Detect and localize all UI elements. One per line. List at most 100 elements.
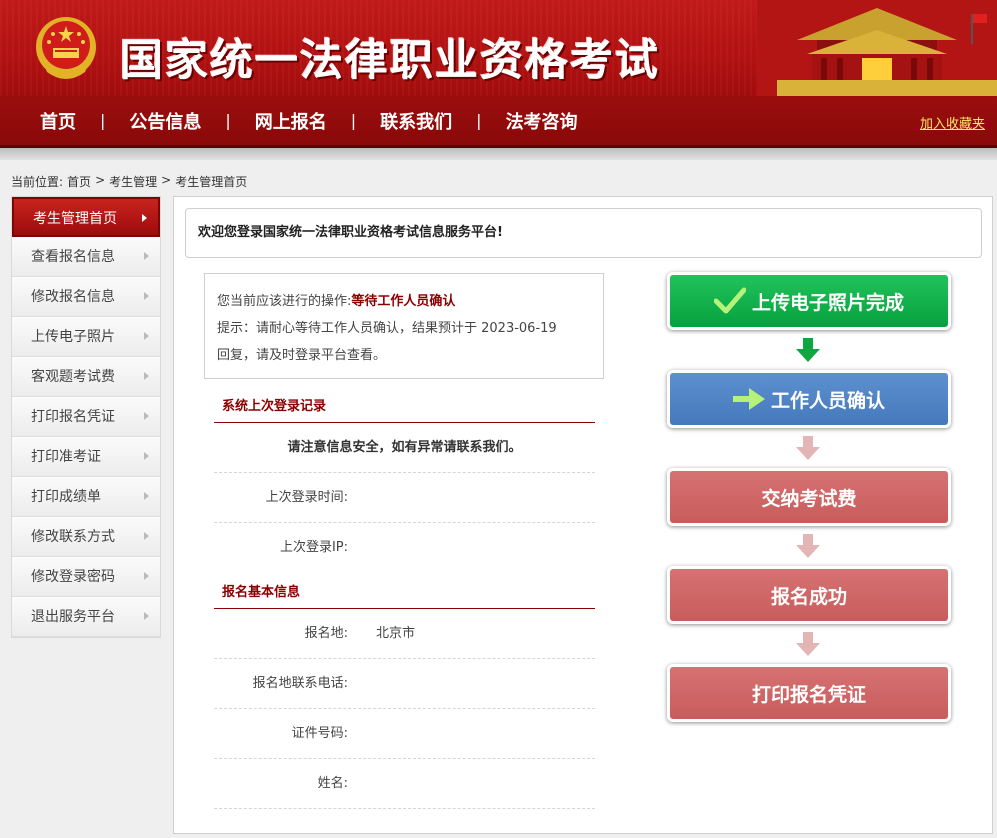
operation-hint-line2: 回复，请及时登录平台查看。 <box>217 348 387 363</box>
field-label: 上次登录时间: <box>265 490 348 505</box>
sidebar-item-exam-fee[interactable]: 客观题考试费 <box>12 357 160 397</box>
sidebar-item-label: 修改联系方式 <box>31 529 115 545</box>
sidebar-item-label: 修改报名信息 <box>31 289 115 305</box>
sidebar-item-print-admission-ticket[interactable]: 打印准考证 <box>12 437 160 477</box>
nav-online-registration[interactable]: 网上报名 <box>255 108 327 134</box>
breadcrumb-sep: > <box>161 173 172 187</box>
sidebar: 考生管理首页 查看报名信息 修改报名信息 上传电子照片 客观题考试费 打印报名凭… <box>11 196 161 638</box>
chevron-right-icon <box>142 214 147 222</box>
chevron-right-icon <box>144 412 149 420</box>
login-record-section: 系统上次登录记录 请注意信息安全，如有异常请联系我们。 上次登录时间: 上次登录… <box>214 391 595 573</box>
chevron-right-icon <box>144 532 149 540</box>
sidebar-item-label: 打印准考证 <box>31 449 101 465</box>
nav-announcements[interactable]: 公告信息 <box>129 108 201 134</box>
nav-separator: | <box>225 111 231 130</box>
sidebar-item-edit-registration[interactable]: 修改报名信息 <box>12 277 160 317</box>
arrow-down-icon <box>796 338 820 362</box>
sidebar-item-edit-contact[interactable]: 修改联系方式 <box>12 517 160 557</box>
sidebar-item-label: 打印报名凭证 <box>31 409 115 425</box>
breadcrumb-prefix: 当前位置: <box>11 175 64 189</box>
header-banner: 国家统一法律职业资格考试 <box>0 0 997 96</box>
contact-phone-value <box>348 659 376 708</box>
contact-phone-row: 报名地联系电话: <box>214 659 595 709</box>
nav-separator: | <box>100 111 106 130</box>
nav-separator: | <box>350 111 357 130</box>
breadcrumb-candidate-management[interactable]: 考生管理 <box>109 173 157 190</box>
sidebar-item-label: 退出服务平台 <box>31 609 115 625</box>
sidebar-item-label: 查看报名信息 <box>31 249 115 265</box>
arrow-down-icon <box>796 436 820 460</box>
sidebar-item-candidate-home[interactable]: 考生管理首页 <box>12 197 160 237</box>
basic-info-section: 报名基本信息 报名地: 北京市 报名地联系电话: 证件号码: 姓名: <box>214 577 595 809</box>
step-print-certificate[interactable]: 打印报名凭证 <box>667 664 951 722</box>
welcome-message: 欢迎您登录国家统一法律职业资格考试信息服务平台! <box>185 208 982 258</box>
sidebar-item-label: 客观题考试费 <box>31 369 115 385</box>
arrow-down-icon <box>796 534 820 558</box>
nav-exam-consulting[interactable]: 法考咨询 <box>506 108 578 134</box>
sidebar-item-print-certificate[interactable]: 打印报名凭证 <box>12 397 160 437</box>
main-panel: 欢迎您登录国家统一法律职业资格考试信息服务平台! 您当前应该进行的操作:等待工作… <box>173 196 993 834</box>
field-label: 报名地: <box>304 626 348 641</box>
sidebar-item-label: 修改登录密码 <box>31 569 115 585</box>
arrow-down-icon <box>796 632 820 656</box>
step-staff-confirmation[interactable]: 工作人员确认 <box>667 370 951 428</box>
step-registration-success[interactable]: 报名成功 <box>667 566 951 624</box>
breadcrumb-sep: > <box>95 173 106 187</box>
breadcrumb-home[interactable]: 首页 <box>67 173 91 190</box>
id-number-value <box>348 709 376 758</box>
operation-status: 等待工作人员确认 <box>351 294 456 309</box>
chevron-right-icon <box>144 252 149 260</box>
field-label: 上次登录IP: <box>279 540 348 555</box>
step-label: 报名成功 <box>770 585 847 608</box>
chevron-right-icon <box>144 612 149 620</box>
add-to-favorites-link[interactable]: 加入收藏夹 <box>920 113 985 132</box>
breadcrumb: 当前位置: 首页 > 考生管理 > 考生管理首页 <box>11 173 247 190</box>
national-emblem-icon <box>36 17 96 79</box>
sidebar-item-change-password[interactable]: 修改登录密码 <box>12 557 160 597</box>
site-title: 国家统一法律职业资格考试 <box>120 36 660 86</box>
sidebar-item-view-registration[interactable]: 查看报名信息 <box>12 237 160 277</box>
nav-home[interactable]: 首页 <box>40 108 76 134</box>
current-operation-box: 您当前应该进行的操作:等待工作人员确认 提示：请耐心等待工作人员确认，结果预计于… <box>204 273 604 379</box>
section-title: 报名基本信息 <box>214 577 595 609</box>
chevron-right-icon <box>144 332 149 340</box>
operation-line: 您当前应该进行的操作:等待工作人员确认 <box>217 288 591 315</box>
chevron-right-icon <box>144 292 149 300</box>
tiananmen-gate-image <box>757 0 997 96</box>
check-icon <box>713 287 746 314</box>
nav-contact-us[interactable]: 联系我们 <box>380 108 452 134</box>
sidebar-item-label: 考生管理首页 <box>33 211 117 227</box>
chevron-right-icon <box>144 452 149 460</box>
arrow-right-icon <box>732 388 765 410</box>
last-login-time-value <box>348 473 376 522</box>
sidebar-item-upload-photo[interactable]: 上传电子照片 <box>12 317 160 357</box>
breadcrumb-current[interactable]: 考生管理首页 <box>175 173 247 190</box>
nav-shadow-band <box>0 148 997 160</box>
name-row: 姓名: <box>214 759 595 809</box>
field-label: 报名地联系电话: <box>252 676 348 691</box>
step-label: 交纳考试费 <box>761 487 857 510</box>
last-login-ip-value <box>348 523 376 573</box>
step-label: 上传电子照片完成 <box>751 291 904 314</box>
step-label: 工作人员确认 <box>770 389 885 412</box>
sidebar-item-logout[interactable]: 退出服务平台 <box>12 597 160 637</box>
field-label: 姓名: <box>317 776 348 791</box>
step-upload-photo-complete[interactable]: 上传电子照片完成 <box>667 272 951 330</box>
sidebar-item-label: 打印成绩单 <box>31 489 101 505</box>
chevron-right-icon <box>144 572 149 580</box>
chevron-right-icon <box>144 372 149 380</box>
sidebar-item-print-scores[interactable]: 打印成绩单 <box>12 477 160 517</box>
main-nav: 首页 | 公告信息 | 网上报名 | 联系我们 | 法考咨询 加入收藏夹 <box>0 96 997 148</box>
last-login-time-row: 上次登录时间: <box>214 473 595 523</box>
registration-location-value: 北京市 <box>376 626 416 641</box>
name-value <box>348 759 376 808</box>
security-notice: 请注意信息安全，如有异常请联系我们。 <box>214 423 595 473</box>
step-label: 打印报名凭证 <box>751 683 866 706</box>
section-title: 系统上次登录记录 <box>214 391 595 423</box>
step-pay-exam-fee[interactable]: 交纳考试费 <box>667 468 951 526</box>
field-label: 证件号码: <box>291 726 348 741</box>
nav-separator: | <box>476 111 482 130</box>
chevron-right-icon <box>144 492 149 500</box>
sidebar-item-label: 上传电子照片 <box>31 329 115 345</box>
last-login-ip-row: 上次登录IP: <box>214 523 595 573</box>
